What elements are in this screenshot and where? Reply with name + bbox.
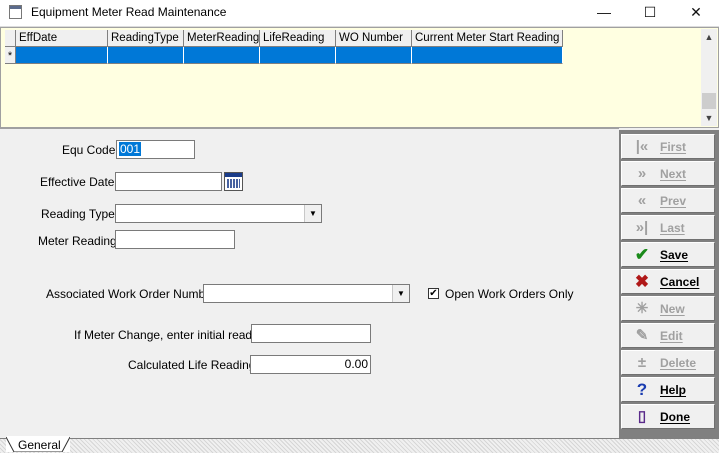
- x-icon: ✖: [634, 272, 650, 291]
- cell-wo-number[interactable]: [336, 47, 412, 64]
- scroll-thumb[interactable]: [702, 93, 716, 109]
- tab-general[interactable]: General: [6, 436, 70, 452]
- new-button[interactable]: ✳ New: [621, 296, 715, 321]
- meter-change-label: If Meter Change, enter initial reading:: [74, 328, 272, 342]
- door-icon: ▯: [637, 408, 647, 425]
- first-icon: |«: [635, 138, 649, 155]
- action-panel: |« First » Next « Prev »| Last ✔ Save ✖ Cancel…: [619, 130, 719, 438]
- prev-icon: «: [637, 192, 647, 209]
- column-header-wo-number[interactable]: WO Number: [336, 30, 412, 47]
- close-button[interactable]: ✕: [673, 0, 719, 26]
- cell-effdate[interactable]: [16, 47, 108, 64]
- grid-vertical-scrollbar[interactable]: ▲ ▼: [701, 29, 717, 126]
- equ-code-label: Equ Code:: [62, 143, 119, 157]
- calc-life-label: Calculated Life Reading:: [128, 358, 259, 372]
- effective-date-field[interactable]: [115, 172, 222, 191]
- scroll-down-icon[interactable]: ▼: [701, 110, 717, 126]
- column-header-meterreading[interactable]: MeterReading: [184, 30, 260, 47]
- meter-reading-field[interactable]: [115, 230, 235, 249]
- edit-icon: ✎: [635, 327, 649, 344]
- delete-button[interactable]: ± Delete: [621, 350, 715, 375]
- help-button[interactable]: ? Help: [621, 377, 715, 402]
- effective-date-label: Effective Date:: [40, 175, 118, 189]
- tab-general-label: General: [18, 438, 61, 452]
- window-title: Equipment Meter Read Maintenance: [31, 5, 227, 19]
- reading-type-select[interactable]: ▼: [115, 204, 322, 223]
- help-label: Help: [660, 383, 687, 397]
- prev-button[interactable]: « Prev: [621, 188, 715, 213]
- tab-strip: [0, 438, 719, 453]
- cell-meterreading[interactable]: [184, 47, 260, 64]
- next-label: Next: [660, 167, 687, 181]
- reading-type-label: Reading Type:: [41, 207, 119, 221]
- maximize-button[interactable]: ☐: [627, 0, 673, 26]
- meter-read-grid[interactable]: EffDate ReadingType MeterReading LifeRea…: [0, 27, 719, 128]
- app-icon: [9, 5, 22, 19]
- equ-code-value: 001: [119, 142, 142, 156]
- column-header-lifereading[interactable]: LifeReading: [260, 30, 336, 47]
- last-icon: »|: [635, 219, 649, 236]
- work-order-select[interactable]: ▼: [203, 284, 410, 303]
- last-button[interactable]: »| Last: [621, 215, 715, 240]
- delete-icon: ±: [637, 354, 647, 371]
- next-button[interactable]: » Next: [621, 161, 715, 186]
- first-label: First: [660, 140, 687, 154]
- general-form: Equ Code: 001 Effective Date: Reading Ty…: [0, 128, 619, 439]
- checkmark-icon: ✔: [634, 245, 650, 264]
- cancel-label: Cancel: [660, 275, 700, 289]
- prev-label: Prev: [660, 194, 687, 208]
- save-button[interactable]: ✔ Save: [621, 242, 715, 267]
- work-order-label: Associated Work Order Number:: [46, 287, 220, 301]
- last-label: Last: [660, 221, 685, 235]
- question-icon: ?: [636, 380, 648, 399]
- row-indicator: *: [5, 47, 16, 64]
- column-header-readingtype[interactable]: ReadingType: [108, 30, 184, 47]
- cell-current-meter-start[interactable]: [412, 47, 563, 64]
- open-orders-label[interactable]: Open Work Orders Only: [445, 287, 573, 301]
- first-button[interactable]: |« First: [621, 134, 715, 159]
- cancel-button[interactable]: ✖ Cancel: [621, 269, 715, 294]
- delete-label: Delete: [660, 356, 697, 370]
- calc-life-field: 0.00: [250, 355, 371, 374]
- chevron-down-icon[interactable]: ▼: [392, 285, 409, 302]
- save-label: Save: [660, 248, 689, 262]
- column-header-current-meter-start[interactable]: Current Meter Start Reading: [412, 30, 563, 47]
- cell-readingtype[interactable]: [108, 47, 184, 64]
- meter-change-field[interactable]: [251, 324, 371, 343]
- open-orders-checkbox[interactable]: ✔: [428, 288, 439, 299]
- equ-code-field[interactable]: 001: [116, 140, 195, 159]
- minimize-button[interactable]: —: [581, 0, 627, 26]
- new-icon: ✳: [635, 300, 649, 317]
- chevron-down-icon[interactable]: ▼: [304, 205, 321, 222]
- scroll-up-icon[interactable]: ▲: [701, 29, 717, 45]
- edit-label: Edit: [660, 329, 683, 343]
- calendar-icon[interactable]: [224, 172, 243, 191]
- done-label: Done: [660, 410, 690, 424]
- column-header-effdate[interactable]: EffDate: [16, 30, 108, 47]
- done-button[interactable]: ▯ Done: [621, 404, 715, 429]
- new-label: New: [660, 302, 685, 316]
- meter-reading-label: Meter Reading:: [38, 234, 121, 248]
- cell-lifereading[interactable]: [260, 47, 336, 64]
- grid-corner: [5, 30, 16, 47]
- edit-button[interactable]: ✎ Edit: [621, 323, 715, 348]
- title-bar: Equipment Meter Read Maintenance — ☐ ✕: [0, 0, 719, 27]
- next-icon: »: [637, 165, 647, 182]
